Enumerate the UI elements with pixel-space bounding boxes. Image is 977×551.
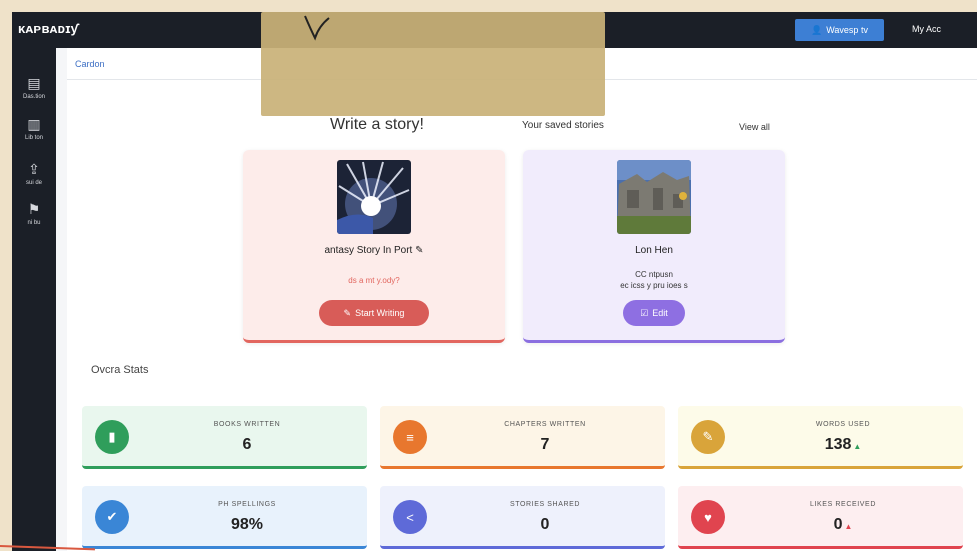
edit-label: Edit bbox=[652, 308, 668, 318]
edit-pencil-icon[interactable]: ✎ bbox=[415, 245, 423, 256]
stat-value: 0 ▲ bbox=[748, 516, 938, 534]
write-story-heading: Write a story! bbox=[330, 116, 424, 133]
sidebar-item-label: Lib ton bbox=[24, 135, 43, 141]
sidebar-item-label: sui de bbox=[25, 180, 42, 186]
stat-card: ≡ CHAPTERS WRITTEN 7 bbox=[380, 406, 665, 469]
castle-story-image bbox=[617, 160, 691, 234]
stat-number: 138 bbox=[824, 436, 852, 453]
stat-card: < STORIES SHARED 0 bbox=[380, 486, 665, 549]
stat-label: BOOKS WRITTEN bbox=[213, 421, 281, 428]
stat-label: CHAPTERS WRITTEN bbox=[504, 421, 586, 428]
saved-story-line2: ec icss y pru ioes s bbox=[620, 281, 688, 290]
saved-story-line1: CC ntpusn bbox=[635, 270, 673, 279]
stat-number: 0 bbox=[540, 516, 550, 533]
user-icon: 👤 bbox=[811, 24, 823, 35]
stat-number: 0 bbox=[833, 516, 843, 533]
stat-number: 7 bbox=[540, 436, 550, 453]
stat-number: 6 bbox=[242, 436, 252, 453]
sidebar-item-label: Das.tion bbox=[22, 94, 45, 100]
start-writing-label: Start Writing bbox=[355, 308, 405, 318]
chapter-icon: ≡ bbox=[393, 420, 427, 454]
stat-value: 7 bbox=[450, 436, 640, 454]
file-icon: ▤ bbox=[27, 75, 41, 91]
stat-value: 138 ▲ bbox=[748, 436, 938, 454]
start-writing-button[interactable]: ✎ Start Writing bbox=[319, 300, 429, 326]
stat-value: 6 bbox=[152, 436, 342, 454]
stat-value: 0 bbox=[450, 516, 640, 534]
pencil-icon: ✎ bbox=[343, 307, 352, 318]
trend-arrow-icon: ▲ bbox=[853, 442, 862, 451]
sidebar-item-flags[interactable]: ⚑ ni bu bbox=[12, 201, 56, 227]
new-story-card: antasy Story In Port ✎ ds a mt y.ody? ✎ … bbox=[243, 150, 505, 343]
sidebar-item-dashboard[interactable]: ▤ Das.tion bbox=[12, 75, 56, 101]
share-icon: < bbox=[393, 500, 427, 534]
saved-stories-heading: Your saved stories bbox=[522, 120, 604, 131]
new-story-title: antasy Story In Port ✎ bbox=[324, 245, 424, 256]
thumb-icon: ♥ bbox=[691, 500, 725, 534]
view-all-link[interactable]: View all bbox=[739, 122, 770, 132]
book-icon: ▥ bbox=[27, 116, 41, 132]
sidebar: ▤ Das.tion ▥ Lib ton ⇪ sui de ⚑ ni bu bbox=[12, 48, 56, 551]
stat-label: STORIES SHARED bbox=[509, 501, 581, 508]
app-logo[interactable]: ᴋᴀᴘʙᴀᴅɪƴ bbox=[18, 21, 78, 36]
stat-label: LIKES RECEIVED bbox=[810, 501, 876, 508]
stat-number: 98% bbox=[230, 516, 264, 533]
stat-label: WORDS USED bbox=[815, 421, 871, 428]
main-content: Cardon Write a story! Your saved stories… bbox=[67, 48, 977, 551]
sidebar-item-upload[interactable]: ⇪ sui de bbox=[12, 161, 56, 187]
pencil-icon: ✎ bbox=[691, 420, 725, 454]
book-icon: ▮ bbox=[95, 420, 129, 454]
write-new-label: Wavesp tv bbox=[826, 25, 868, 35]
flag-icon: ⚑ bbox=[27, 201, 41, 217]
app-window: ᴋᴀᴘʙᴀᴅɪƴ 👤 Wavesp tv My Acc ▤ Das.tion ▥… bbox=[12, 12, 977, 551]
write-new-button[interactable]: 👤 Wavesp tv bbox=[795, 19, 884, 41]
stat-card: ✔ PH SPELLINGS 98% bbox=[82, 486, 367, 549]
masking-tape-overlay bbox=[261, 12, 605, 116]
fantasy-story-image bbox=[337, 160, 411, 234]
breadcrumb[interactable]: Cardon bbox=[75, 59, 105, 69]
upload-icon: ⇪ bbox=[28, 161, 40, 177]
sidebar-item-library[interactable]: ▥ Lib ton bbox=[12, 116, 56, 142]
stat-value: 98% bbox=[152, 516, 342, 534]
story-prompt-link[interactable]: ds a mt y.ody? bbox=[243, 276, 505, 285]
edit-story-button[interactable]: ☑ Edit bbox=[623, 300, 685, 326]
stat-card: ♥ LIKES RECEIVED 0 ▲ bbox=[678, 486, 963, 549]
saved-story-card: Lon Hen CC ntpusn ec icss y pru ioes s ☑… bbox=[523, 150, 785, 343]
trend-arrow-icon: ▲ bbox=[844, 522, 853, 531]
sidebar-item-label: ni bu bbox=[27, 220, 41, 226]
stat-label: PH SPELLINGS bbox=[218, 501, 276, 508]
account-link[interactable]: My Acc bbox=[912, 24, 941, 34]
check-icon: ✔ bbox=[95, 500, 129, 534]
stat-card: ▮ BOOKS WRITTEN 6 bbox=[82, 406, 367, 469]
overall-stats-heading: Ovcra Stats bbox=[91, 364, 149, 376]
saved-story-title: Lon Hen bbox=[635, 245, 673, 256]
stat-card: ✎ WORDS USED 138 ▲ bbox=[678, 406, 963, 469]
edit-icon: ☑ bbox=[640, 307, 649, 318]
